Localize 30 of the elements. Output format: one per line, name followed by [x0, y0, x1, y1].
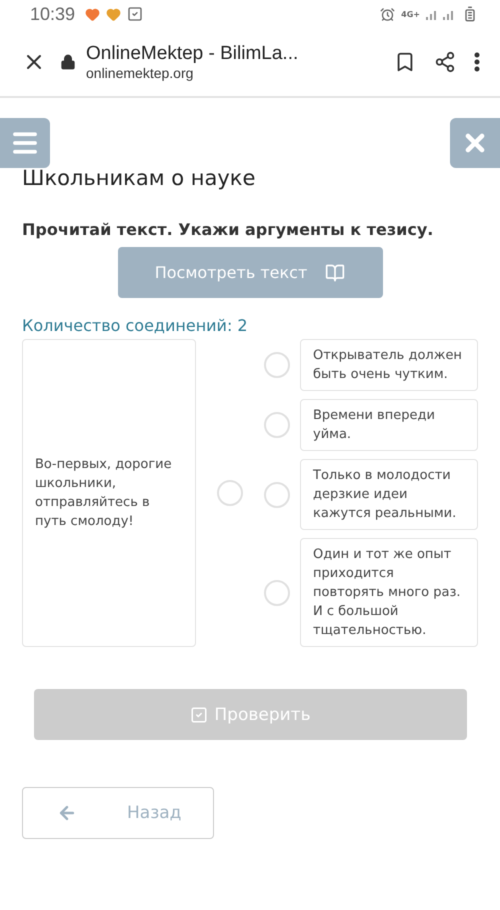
status-time: 10:39 [30, 4, 76, 24]
view-text-button[interactable]: Посмотреть текст [118, 247, 382, 298]
connector-dot[interactable] [264, 580, 290, 606]
connector-dot[interactable] [217, 480, 243, 506]
checkbox-icon [190, 706, 208, 724]
argument-card: Один и тот же опыт приходится повторять много раз. И с большой тщательностью. [300, 538, 478, 647]
network-type: 4G+ [401, 10, 420, 18]
page-title: OnlineMektep - BilimLa... [86, 43, 300, 65]
share-icon [434, 51, 456, 73]
argument-card: Только в молодости дерзкие идеи кажутся реальными. [300, 459, 478, 530]
back-button[interactable]: Назад [22, 787, 214, 839]
connections-count: Количество соединений: 2 [22, 316, 249, 335]
connector-dot[interactable] [264, 482, 290, 508]
argument-card: Открыватель должен быть очень чутким. [300, 339, 478, 391]
more-icon [474, 52, 480, 72]
lesson-title: Школьникам о науке [21, 165, 256, 192]
menu-button[interactable] [0, 118, 50, 168]
heart-icon [106, 6, 122, 22]
notification-icon [127, 6, 144, 22]
url-text: onlinemektep.org [86, 65, 194, 81]
connector-dot[interactable] [264, 352, 290, 378]
lock-icon [60, 54, 76, 70]
instruction-text: Прочитай текст. Укажи аргументы к тезису. [22, 220, 434, 239]
argument-card: Времени впереди уйма. [300, 399, 478, 451]
alarm-icon [380, 6, 396, 22]
statement-card: Во-первых, дорогие школьники, отправляйтесь в путь смолоду! [22, 339, 196, 647]
signal-icon [426, 8, 456, 20]
connector-dot[interactable] [264, 412, 290, 438]
book-icon [325, 262, 346, 282]
heart-icon [85, 6, 100, 22]
